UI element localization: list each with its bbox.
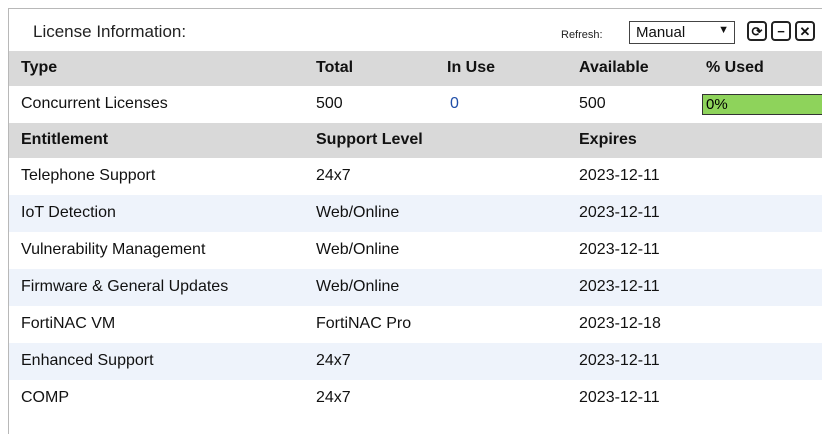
refresh-select-value: Manual <box>636 24 686 41</box>
refresh-label: Refresh: <box>561 29 603 41</box>
entitlement-name: Firmware & General Updates <box>21 278 229 295</box>
expires-date: 2023-12-11 <box>579 389 660 406</box>
expires-date: 2023-12-11 <box>579 278 660 295</box>
expires-date: 2023-12-11 <box>579 241 660 258</box>
close-icon[interactable]: ✕ <box>795 21 815 41</box>
license-information-panel: License Information: Refresh: Manual ▼ ⟳… <box>8 8 822 434</box>
minimize-icon[interactable]: − <box>771 21 791 41</box>
support-level: 24x7 <box>316 167 351 184</box>
entitlement-name: FortiNAC VM <box>21 315 116 332</box>
entitlement-name: Enhanced Support <box>21 352 154 369</box>
chevron-down-icon: ▼ <box>718 24 729 36</box>
col-header-total: Total <box>316 59 354 76</box>
col-header-type: Type <box>21 59 58 76</box>
license-total: 500 <box>316 95 343 112</box>
col-header-percent-used: % Used <box>706 59 764 76</box>
license-type: Concurrent Licenses <box>21 95 168 112</box>
support-level: Web/Online <box>316 241 400 258</box>
progress-text: 0% <box>706 96 728 113</box>
entitlement-name: Telephone Support <box>21 167 156 184</box>
support-level: Web/Online <box>316 278 400 295</box>
col-header-in-use: In Use <box>447 59 496 76</box>
table-row: Firmware & General Updates Web/Online 20… <box>9 269 822 306</box>
col-header-available: Available <box>579 59 649 76</box>
refresh-select[interactable]: Manual ▼ <box>629 21 735 44</box>
entitlement-table-header: Entitlement Support Level Expires <box>9 123 822 158</box>
support-level: 24x7 <box>316 389 351 406</box>
table-row: Telephone Support 24x7 2023-12-11 <box>9 158 822 195</box>
entitlement-name: Vulnerability Management <box>21 241 206 258</box>
support-level: Web/Online <box>316 204 400 221</box>
refresh-icon[interactable]: ⟳ <box>747 21 767 41</box>
panel-title: License Information: <box>33 22 187 41</box>
support-level: FortiNAC Pro <box>316 315 412 332</box>
expires-date: 2023-12-18 <box>579 315 661 332</box>
entitlement-name: IoT Detection <box>21 204 116 221</box>
license-in-use-link[interactable]: 0 <box>450 95 459 113</box>
expires-date: 2023-12-11 <box>579 352 660 369</box>
license-row: Concurrent Licenses 500 0 500 0% <box>9 86 822 123</box>
col-header-entitlement: Entitlement <box>21 131 109 148</box>
col-header-expires: Expires <box>579 131 637 148</box>
table-row: FortiNAC VM FortiNAC Pro 2023-12-18 <box>9 306 822 343</box>
table-row: Enhanced Support 24x7 2023-12-11 <box>9 343 822 380</box>
col-header-support-level: Support Level <box>316 131 423 148</box>
expires-date: 2023-12-11 <box>579 167 660 184</box>
table-row: Vulnerability Management Web/Online 2023… <box>9 232 822 269</box>
table-row: COMP 24x7 2023-12-11 <box>9 380 822 417</box>
support-level: 24x7 <box>316 352 351 369</box>
license-table-header: Type Total In Use Available % Used <box>9 51 822 86</box>
table-row: IoT Detection Web/Online 2023-12-11 <box>9 195 822 232</box>
panel-titlebar: License Information: Refresh: Manual ▼ ⟳… <box>9 9 822 51</box>
license-available: 500 <box>579 95 606 112</box>
expires-date: 2023-12-11 <box>579 204 660 221</box>
license-usage-progress-bar: 0% <box>702 94 822 115</box>
entitlement-name: COMP <box>21 389 69 406</box>
